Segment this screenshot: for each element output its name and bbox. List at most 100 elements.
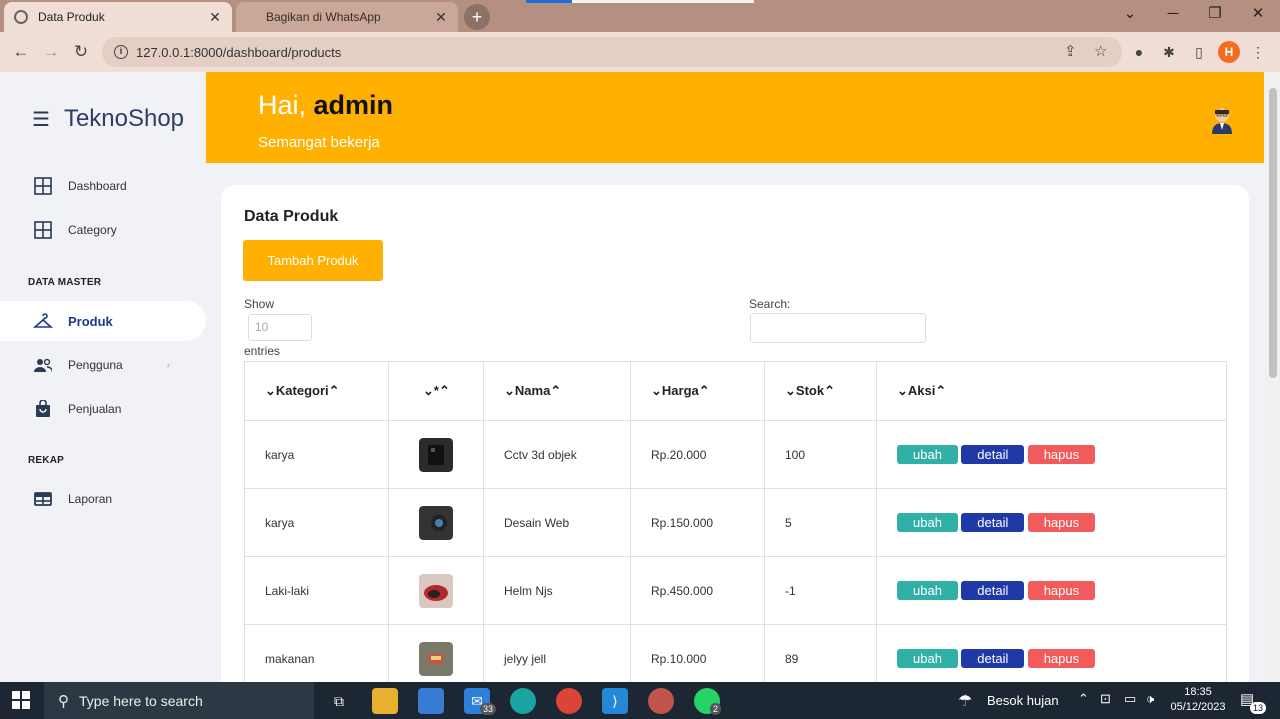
sidebar-item-label: Produk [68, 313, 113, 329]
tab-whatsapp[interactable]: Bagikan di WhatsApp ✕ [236, 2, 458, 32]
menu-kebab-icon[interactable]: ⋮ [1248, 42, 1268, 62]
edit-button[interactable]: ubah [897, 445, 958, 464]
tab-search-icon[interactable]: ⌄ [1110, 0, 1150, 28]
cell-nama: Cctv 3d objek [483, 420, 631, 489]
tab-strip-decoration [526, 0, 572, 3]
vscode-icon[interactable]: ⟩ [602, 688, 628, 714]
page-title: Data Produk [244, 208, 339, 225]
detail-button[interactable]: detail [961, 649, 1025, 668]
product-thumbnail[interactable] [419, 437, 453, 472]
clock-date: 05/12/2023 [1170, 701, 1226, 713]
sidebar-item-laporan[interactable]: Laporan [0, 479, 206, 519]
back-icon[interactable]: ← [10, 41, 32, 63]
new-tab-button[interactable]: + [464, 4, 490, 30]
sort-up-icon: ⌃ [328, 383, 340, 398]
cell-aksi: ubah detail hapus [876, 420, 1227, 489]
page-length-select[interactable]: 10 [248, 314, 312, 341]
tab-data-produk[interactable]: Data Produk ✕ [4, 2, 232, 32]
windows-start-icon[interactable] [12, 691, 30, 709]
info-icon[interactable]: i [114, 45, 128, 59]
detail-button[interactable]: detail [961, 581, 1025, 600]
sidebar-item-produk[interactable]: Produk [0, 301, 206, 341]
puzzle-icon[interactable]: ✱ [1159, 42, 1179, 62]
volume-icon[interactable]: 🕩 [1146, 691, 1154, 707]
share-icon[interactable]: ⇪ [1064, 42, 1077, 60]
column-header-harga[interactable]: ⌄Harga⌃ [630, 361, 765, 421]
forward-icon[interactable]: → [40, 41, 62, 63]
scrollbar-thumb[interactable] [1269, 88, 1277, 378]
hamburger-icon[interactable]: ☰ [32, 107, 50, 132]
store-icon[interactable] [418, 688, 444, 714]
chevron-right-icon: › [166, 359, 170, 371]
sidebar-item-penjualan[interactable]: Penjualan [0, 389, 206, 429]
chevron-up-icon[interactable]: ⌃ [1078, 691, 1089, 707]
column-header-kategori[interactable]: ⌄Kategori⌃ [244, 361, 389, 421]
cell-image [388, 556, 484, 625]
chrome-profile-icon[interactable] [648, 688, 674, 714]
search-icon: ⚲ [58, 692, 69, 710]
column-header-image[interactable]: ⌄*⌃ [388, 361, 484, 421]
reload-icon[interactable]: ↻ [70, 41, 92, 63]
column-header-stok[interactable]: ⌄Stok⌃ [764, 361, 877, 421]
edit-button[interactable]: ubah [897, 513, 958, 532]
delete-button[interactable]: hapus [1027, 581, 1096, 600]
weather-text[interactable]: Besok hujan [987, 693, 1059, 708]
side-panel-icon[interactable]: ▯ [1189, 42, 1209, 62]
product-thumbnail[interactable] [419, 505, 453, 540]
edit-button[interactable]: ubah [897, 581, 958, 600]
close-tab-icon[interactable]: ✕ [208, 9, 222, 26]
search-input[interactable] [750, 313, 926, 343]
bookmark-star-icon[interactable]: ☆ [1094, 42, 1107, 60]
delete-button[interactable]: hapus [1027, 513, 1096, 532]
clock[interactable]: 18:35 05/12/2023 [1168, 685, 1228, 715]
sidebar-item-pengguna[interactable]: Pengguna › [0, 345, 206, 385]
edit-button[interactable]: ubah [897, 649, 958, 668]
column-header-aksi[interactable]: ⌄Aksi⌃ [876, 361, 1227, 421]
extension-icon[interactable]: ● [1129, 42, 1149, 62]
product-thumbnail[interactable] [419, 641, 453, 676]
brand: ☰ TeknoShop [32, 105, 184, 133]
clock-time: 18:35 [1184, 686, 1212, 698]
battery-icon[interactable]: ▭ [1124, 691, 1136, 707]
add-product-button[interactable]: Tambah Produk [243, 240, 383, 281]
delete-button[interactable]: hapus [1027, 445, 1096, 464]
grid-icon [33, 176, 53, 196]
taskbar-search[interactable]: ⚲ Type here to search [44, 682, 314, 719]
sort-up-icon: ⌃ [550, 383, 562, 398]
minimize-button[interactable]: ─ [1153, 0, 1193, 28]
cell-nama: Helm Njs [483, 556, 631, 625]
profile-avatar[interactable]: H [1218, 41, 1240, 63]
cell-harga: Rp.150.000 [630, 488, 765, 557]
column-header-nama[interactable]: ⌄Nama⌃ [483, 361, 631, 421]
search-label: Search: [749, 297, 791, 311]
sort-down-icon: ⌄ [651, 383, 662, 398]
sidebar-item-category[interactable]: Category [0, 210, 206, 250]
task-view-icon[interactable]: ⧉ [326, 688, 352, 714]
file-explorer-icon[interactable] [372, 688, 398, 714]
address-bar[interactable]: i 127.0.0.1:8000/dashboard/products [102, 37, 1122, 67]
umbrella-rain-icon[interactable]: ☂ [958, 691, 972, 711]
browser-toolbar: ← → ↻ i 127.0.0.1:8000/dashboard/product… [0, 32, 1280, 72]
delete-button[interactable]: hapus [1027, 649, 1096, 668]
detail-button[interactable]: detail [961, 445, 1025, 464]
user-avatar[interactable] [1210, 106, 1234, 134]
close-tab-icon[interactable]: ✕ [434, 9, 448, 26]
cell-nama: Desain Web [483, 488, 631, 557]
cell-kategori: karya [244, 420, 389, 489]
chrome-icon[interactable] [556, 688, 582, 714]
sort-up-icon: ⌃ [824, 383, 835, 398]
detail-button[interactable]: detail [961, 513, 1025, 532]
cell-aksi: ubah detail hapus [876, 556, 1227, 625]
close-window-button[interactable]: ✕ [1238, 0, 1278, 28]
product-thumbnail[interactable] [419, 573, 453, 608]
sidebar-item-label: Dashboard [68, 179, 127, 193]
sidebar-item-dashboard[interactable]: Dashboard [0, 166, 206, 206]
page-scrollbar[interactable] [1266, 72, 1280, 682]
brand-name[interactable]: TeknoShop [64, 105, 184, 133]
maximize-button[interactable]: ❐ [1195, 0, 1235, 28]
network-icon[interactable]: ⊡ [1100, 691, 1111, 707]
edge-icon[interactable] [510, 688, 536, 714]
table-row: Laki-laki Helm Njs Rp.450.000 -1 ubah de… [244, 556, 1227, 625]
products-card: Data Produk Tambah Produk Show 10 entrie… [221, 185, 1249, 695]
header-subtitle: Semangat bekerja [258, 134, 380, 151]
